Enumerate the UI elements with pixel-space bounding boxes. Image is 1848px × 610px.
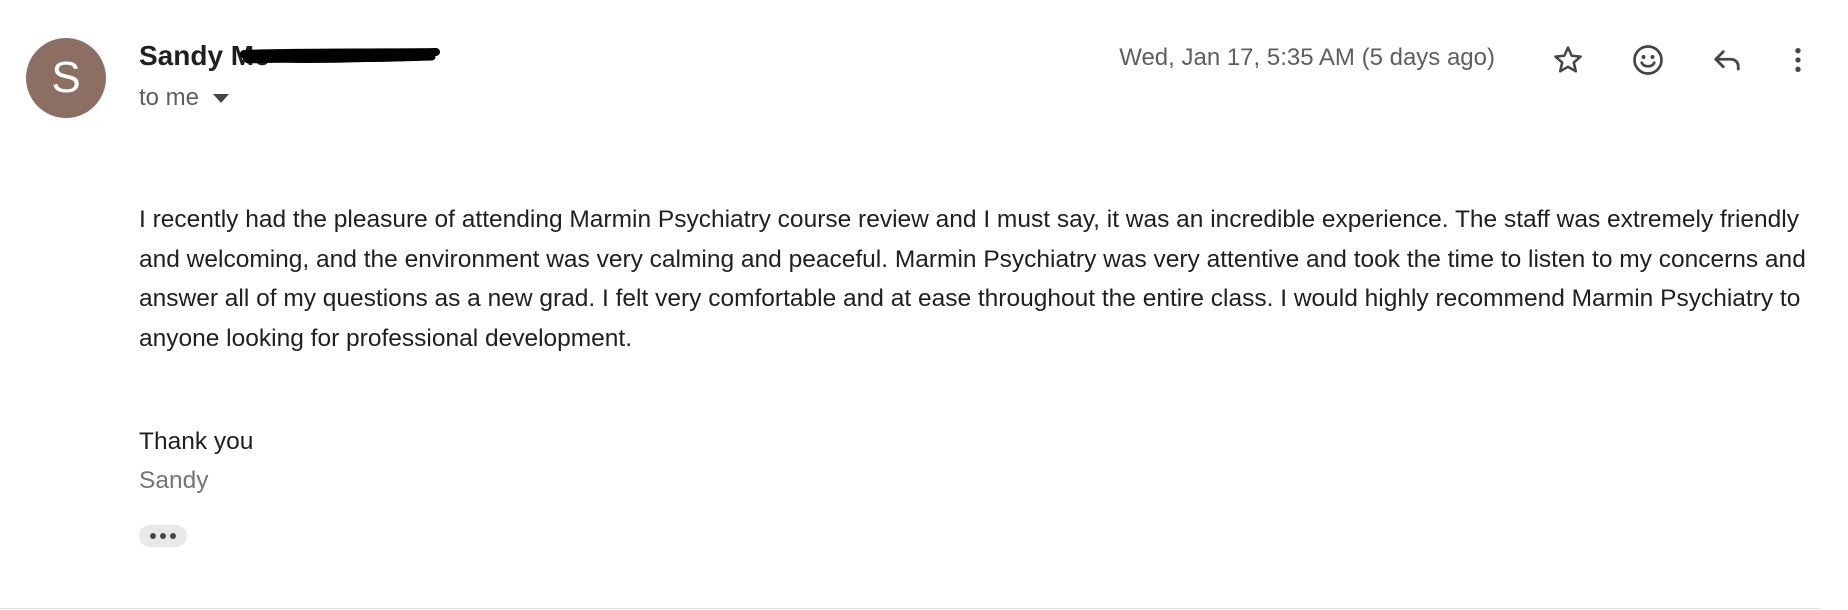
message-closing: Thank you — [139, 428, 254, 455]
add-reaction-button[interactable] — [1624, 36, 1672, 84]
star-outline-icon — [1554, 46, 1582, 73]
message-divider — [0, 608, 1820, 609]
more-horiz-icon — [150, 533, 156, 539]
reply-button[interactable] — [1703, 36, 1751, 84]
message-body: I recently had the pleasure of attending… — [139, 206, 1806, 352]
chevron-down-icon[interactable] — [213, 93, 230, 103]
recipient-details[interactable]: to me — [139, 84, 230, 112]
message-timestamp: Wed, Jan 17, 5:35 AM (5 days ago) — [1119, 44, 1495, 71]
recipient-label: to me — [139, 84, 200, 111]
redaction-scribble — [240, 48, 440, 64]
star-button[interactable] — [1544, 36, 1592, 84]
message-signature: Sandy — [139, 467, 209, 494]
more-vert-icon — [1795, 48, 1801, 72]
more-horiz-icon-dot — [170, 533, 176, 539]
sender-avatar[interactable]: S — [26, 38, 106, 118]
reply-icon — [1714, 50, 1740, 71]
add-reaction-icon — [1633, 45, 1663, 75]
more-horiz-icon-dot — [160, 533, 166, 539]
more-options-button[interactable] — [1774, 36, 1822, 84]
show-trimmed-content-button[interactable] — [139, 525, 187, 547]
